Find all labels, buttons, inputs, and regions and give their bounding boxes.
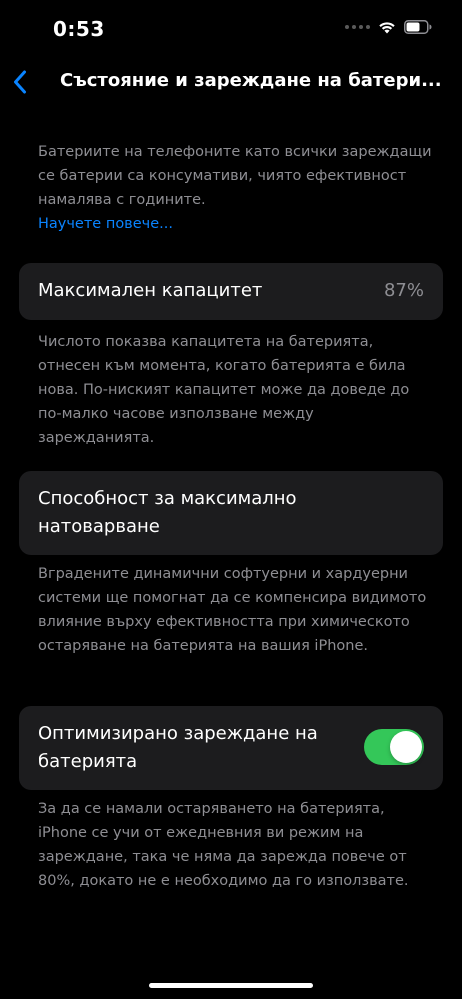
status-bar: 0:53 xyxy=(0,0,462,60)
wifi-icon xyxy=(378,20,396,34)
toggle-knob xyxy=(390,731,422,763)
optimized-charging-row: Оптимизирано зареждане на батерията xyxy=(19,706,443,790)
status-time: 0:53 xyxy=(53,17,105,41)
back-button[interactable] xyxy=(8,66,32,98)
page-title: Състояние и зареждане на батери... xyxy=(60,70,440,91)
navigation-bar: Състояние и зареждане на батери... xyxy=(0,60,462,104)
optimized-charging-note: За да се намали остаряването на батерият… xyxy=(38,801,409,889)
optimized-charging-label: Оптимизирано зареждане на батерията xyxy=(38,723,318,772)
peak-performance-row: Способност за максимално натоварване xyxy=(19,471,443,555)
signal-dots-icon xyxy=(345,25,370,29)
maximum-capacity-note: Числото показва капацитета на батерията,… xyxy=(38,334,410,446)
battery-health-screen: 0:53 Състояние и зареждане на батери... … xyxy=(0,0,462,999)
status-icons xyxy=(345,20,432,34)
battery-icon xyxy=(404,20,432,34)
learn-more-link[interactable]: Научете повече... xyxy=(38,212,433,236)
peak-performance-label: Способност за максимално натоварване xyxy=(38,488,297,537)
home-indicator[interactable] xyxy=(149,983,313,988)
maximum-capacity-label: Максимален капацитет xyxy=(38,280,263,301)
intro-text-block: Батериите на телефоните като всички заре… xyxy=(38,140,433,236)
intro-text: Батериите на телефоните като всички заре… xyxy=(38,144,432,208)
peak-performance-note: Вградените динамични софтуерни и хардуер… xyxy=(38,566,427,654)
maximum-capacity-row: Максимален капацитет 87% xyxy=(19,263,443,320)
chevron-left-icon xyxy=(14,70,26,94)
maximum-capacity-value: 87% xyxy=(383,280,424,301)
optimized-charging-toggle[interactable] xyxy=(364,729,424,765)
